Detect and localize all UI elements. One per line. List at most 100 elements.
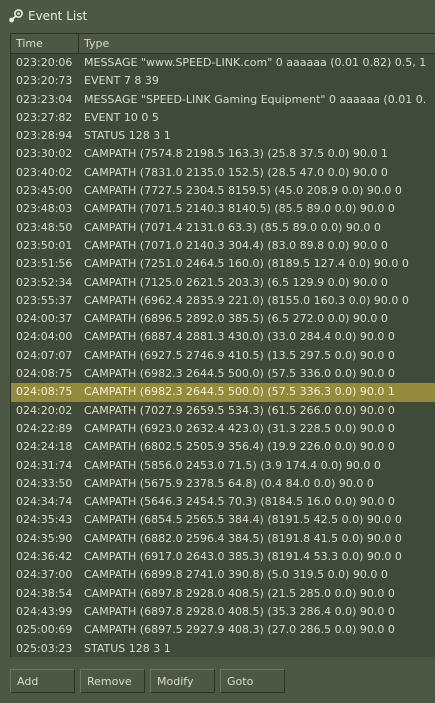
list-header: Time Type	[11, 34, 435, 54]
row-time: 024:31:74	[16, 458, 73, 472]
row-time: 023:20:06	[16, 56, 73, 69]
row-time: 023:55:37	[16, 293, 73, 307]
row-type: CAMPATH (6917.0 2643.0 385.3) (8191.4 53…	[84, 550, 402, 564]
row-type: CAMPATH (6802.5 2505.9 356.4) (19.9 226.…	[84, 440, 395, 454]
row-time: 023:30:02	[16, 147, 73, 161]
row-time: 024:24:18	[16, 440, 73, 454]
list-row[interactable]: 023:40:02 CAMPATH (7831.0 2135.0 152.5) (…	[11, 164, 435, 182]
row-type: CAMPATH (6927.5 2746.9 410.5) (13.5 297.…	[84, 348, 395, 362]
row-type: CAMPATH (7727.5 2304.5 8159.5) (45.0 208…	[84, 184, 402, 198]
button-bar: Add Remove Modify Goto	[0, 668, 435, 696]
row-time: 024:35:43	[16, 513, 73, 527]
list-row[interactable]: 023:30:02 CAMPATH (7574.8 2198.5 163.3) (…	[11, 145, 435, 163]
goto-button[interactable]: Goto	[220, 669, 285, 693]
list-row[interactable]: 024:35:43 CAMPATH (6854.5 2565.5 384.4) (…	[11, 511, 435, 529]
row-type: CAMPATH (7831.0 2135.0 152.5) (28.5 47.0…	[84, 165, 388, 179]
row-type: CAMPATH (7125.0 2621.5 203.3) (6.5 129.9…	[84, 275, 388, 289]
row-type: CAMPATH (6897.8 2928.0 408.5) (21.5 285.…	[84, 586, 395, 600]
modify-button[interactable]: Modify	[150, 669, 215, 693]
row-time: 023:48:50	[16, 220, 73, 234]
row-time: 024:36:42	[16, 550, 73, 564]
list-row[interactable]: 023:28:94 STATUS 128 3 1	[11, 127, 435, 145]
list-row[interactable]: 023:48:50 CAMPATH (7071.4 2131.0 63.3) (8…	[11, 219, 435, 237]
row-type: CAMPATH (7071.4 2131.0 63.3) (85.5 89.0 …	[84, 220, 381, 234]
list-row[interactable]: 024:00:37 CAMPATH (6896.5 2892.0 385.5) (…	[11, 310, 435, 328]
list-row[interactable]: 024:33:50 CAMPATH (5675.9 2378.5 64.8) (0…	[11, 475, 435, 493]
row-type: CAMPATH (6854.5 2565.5 384.4) (8191.5 42…	[84, 513, 402, 527]
list-row[interactable]: 023:20:73 EVENT 7 8 39	[11, 72, 435, 90]
list-row[interactable]: 023:51:56 CAMPATH (7251.0 2464.5 160.0) (…	[11, 255, 435, 273]
list-row[interactable]: 025:00:69 CAMPATH (6897.5 2927.9 408.3) (…	[11, 621, 435, 639]
column-header-time[interactable]: Time	[11, 34, 79, 53]
row-time: 024:33:50	[16, 476, 73, 490]
row-time: 023:23:04	[16, 92, 73, 106]
row-time: 024:00:37	[16, 312, 73, 326]
title-bar: Event List	[0, 0, 435, 32]
row-type: STATUS 128 3 1	[84, 641, 171, 655]
row-type: CAMPATH (6897.8 2928.0 408.5) (35.3 286.…	[84, 604, 395, 618]
row-type: CAMPATH (5646.3 2454.5 70.3) (8184.5 16.…	[84, 495, 395, 509]
row-type: CAMPATH (6897.5 2927.9 408.3) (27.0 286.…	[84, 623, 395, 637]
list-row[interactable]: 023:45:00 CAMPATH (7727.5 2304.5 8159.5) …	[11, 182, 435, 200]
row-type: CAMPATH (7071.5 2140.3 8140.5) (85.5 89.…	[84, 202, 395, 216]
row-type: CAMPATH (6899.8 2741.0 390.8) (5.0 319.5…	[84, 568, 388, 582]
list-row[interactable]: 023:55:37 CAMPATH (6962.4 2835.9 221.0) (…	[11, 292, 435, 310]
row-type: CAMPATH (6982.3 2644.5 500.0) (57.5 336.…	[84, 367, 395, 381]
list-row[interactable]: 025:03:23 STATUS 128 3 1	[11, 640, 435, 658]
remove-button[interactable]: Remove	[80, 669, 145, 693]
list-row[interactable]: 024:31:74 CAMPATH (5856.0 2453.0 71.5) (3…	[11, 457, 435, 475]
row-time: 024:43:99	[16, 604, 73, 618]
row-time: 025:00:69	[16, 623, 73, 637]
row-type: CAMPATH (7071.0 2140.3 304.4) (83.0 89.8…	[84, 238, 388, 252]
list-rows: 023:20:06 MESSAGE "www.SPEED-LINK.com" 0 …	[11, 54, 435, 657]
list-row[interactable]: 023:52:34 CAMPATH (7125.0 2621.5 203.3) (…	[11, 274, 435, 292]
row-time: 024:08:75	[16, 385, 73, 399]
row-time: 023:45:00	[16, 184, 73, 198]
list-row[interactable]: 023:27:82 EVENT 10 0 5	[11, 109, 435, 127]
row-time: 023:51:56	[16, 257, 73, 271]
list-row[interactable]: 024:24:18 CAMPATH (6802.5 2505.9 356.4) (…	[11, 438, 435, 456]
row-type: CAMPATH (6896.5 2892.0 385.5) (6.5 272.0…	[84, 312, 388, 326]
list-row[interactable]: 024:38:54 CAMPATH (6897.8 2928.0 408.5) (…	[11, 585, 435, 603]
list-row[interactable]: 024:08:75 CAMPATH (6982.3 2644.5 500.0) (…	[11, 365, 435, 383]
list-row[interactable]: 024:22:89 CAMPATH (6923.0 2632.4 423.0) (…	[11, 420, 435, 438]
list-row[interactable]: 023:50:01 CAMPATH (7071.0 2140.3 304.4) (…	[11, 237, 435, 255]
row-time: 024:37:00	[16, 568, 73, 582]
row-time: 024:08:75	[16, 367, 73, 381]
row-time: 023:28:94	[16, 129, 73, 143]
list-row[interactable]: 024:34:74 CAMPATH (5646.3 2454.5 70.3) (8…	[11, 493, 435, 511]
add-button[interactable]: Add	[10, 669, 75, 693]
window-title: Event List	[28, 9, 88, 23]
list-row[interactable]: 024:37:00 CAMPATH (6899.8 2741.0 390.8) (…	[11, 566, 435, 584]
row-type: CAMPATH (6887.4 2881.3 430.0) (33.0 284.…	[84, 330, 395, 344]
row-time: 024:35:90	[16, 531, 73, 545]
row-type: CAMPATH (6923.0 2632.4 423.0) (31.3 228.…	[84, 421, 395, 435]
row-type: CAMPATH (7574.8 2198.5 163.3) (25.8 37.5…	[84, 147, 388, 161]
column-header-type[interactable]: Type	[79, 34, 435, 53]
list-row[interactable]: 023:48:03 CAMPATH (7071.5 2140.3 8140.5) …	[11, 200, 435, 218]
row-time: 023:50:01	[16, 238, 73, 252]
row-time: 024:38:54	[16, 586, 73, 600]
row-time: 023:20:73	[16, 74, 73, 88]
list-row[interactable]: 024:36:42 CAMPATH (6917.0 2643.0 385.3) (…	[11, 548, 435, 566]
row-time: 023:40:02	[16, 165, 73, 179]
row-type: CAMPATH (6882.0 2596.4 384.5) (8191.8 41…	[84, 531, 402, 545]
row-type: MESSAGE "SPEED-LINK Gaming Equipment" 0 …	[84, 92, 427, 106]
steam-icon	[8, 8, 24, 24]
row-type: EVENT 7 8 39	[84, 74, 159, 88]
list-row[interactable]: 024:35:90 CAMPATH (6882.0 2596.4 384.5) (…	[11, 530, 435, 548]
list-row[interactable]: 024:08:75 CAMPATH (6982.3 2644.5 500.0) (…	[11, 383, 435, 402]
row-type: CAMPATH (6962.4 2835.9 221.0) (8155.0 16…	[84, 293, 409, 307]
row-type: CAMPATH (7027.9 2659.5 534.3) (61.5 266.…	[84, 403, 395, 417]
list-row[interactable]: 023:23:04 MESSAGE "SPEED-LINK Gaming Equi…	[11, 91, 435, 109]
row-time: 023:48:03	[16, 202, 73, 216]
list-row[interactable]: 024:07:07 CAMPATH (6927.5 2746.9 410.5) (…	[11, 347, 435, 365]
list-row[interactable]: 024:20:02 CAMPATH (7027.9 2659.5 534.3) (…	[11, 402, 435, 420]
row-type: STATUS 128 3 1	[84, 129, 171, 143]
list-row[interactable]: 023:20:06 MESSAGE "www.SPEED-LINK.com" 0 …	[11, 54, 435, 72]
row-time: 025:03:23	[16, 641, 73, 655]
row-time: 024:34:74	[16, 495, 73, 509]
event-list[interactable]: Time Type 023:20:06 MESSAGE "www.SPEED-LI…	[10, 33, 435, 657]
list-row[interactable]: 024:43:99 CAMPATH (6897.8 2928.0 408.5) (…	[11, 603, 435, 621]
list-row[interactable]: 024:04:00 CAMPATH (6887.4 2881.3 430.0) (…	[11, 328, 435, 346]
